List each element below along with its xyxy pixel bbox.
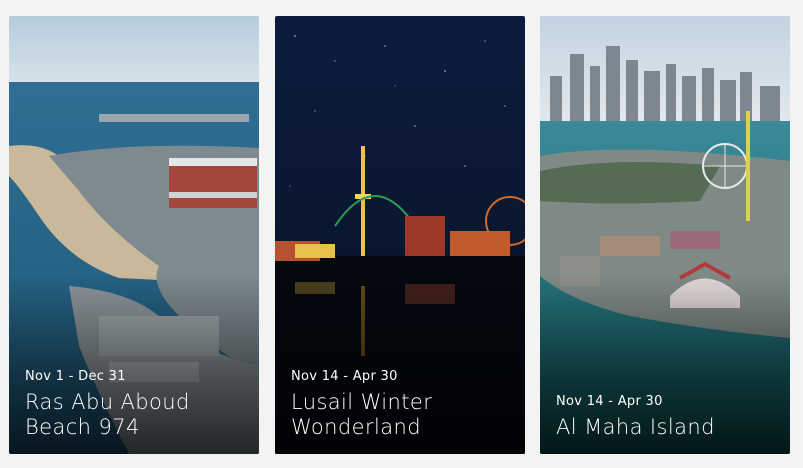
event-date: Nov 14 - Apr 30 <box>291 369 398 384</box>
event-title: Al Maha Island <box>556 415 715 439</box>
event-card-ras-abu-aboud[interactable]: Nov 1 - Dec 31 Ras Abu Aboud Beach 974 <box>9 16 259 454</box>
event-title: Lusail Winter Wonderland <box>291 390 433 439</box>
card-caption: Nov 14 - Apr 30 Lusail Winter Wonderland <box>291 369 513 440</box>
event-date: Nov 1 - Dec 31 <box>25 369 126 384</box>
event-card-lusail-winter-wonderland[interactable]: Nov 14 - Apr 30 Lusail Winter Wonderland <box>275 16 525 454</box>
event-title: Ras Abu Aboud Beach 974 <box>25 390 190 439</box>
card-caption: Nov 1 - Dec 31 Ras Abu Aboud Beach 974 <box>25 369 247 440</box>
event-date: Nov 14 - Apr 30 <box>556 394 663 409</box>
card-caption: Nov 14 - Apr 30 Al Maha Island <box>556 394 778 440</box>
event-card-al-maha-island[interactable]: Nov 14 - Apr 30 Al Maha Island <box>540 16 790 454</box>
event-cards: Nov 1 - Dec 31 Ras Abu Aboud Beach 974 N… <box>0 0 803 468</box>
